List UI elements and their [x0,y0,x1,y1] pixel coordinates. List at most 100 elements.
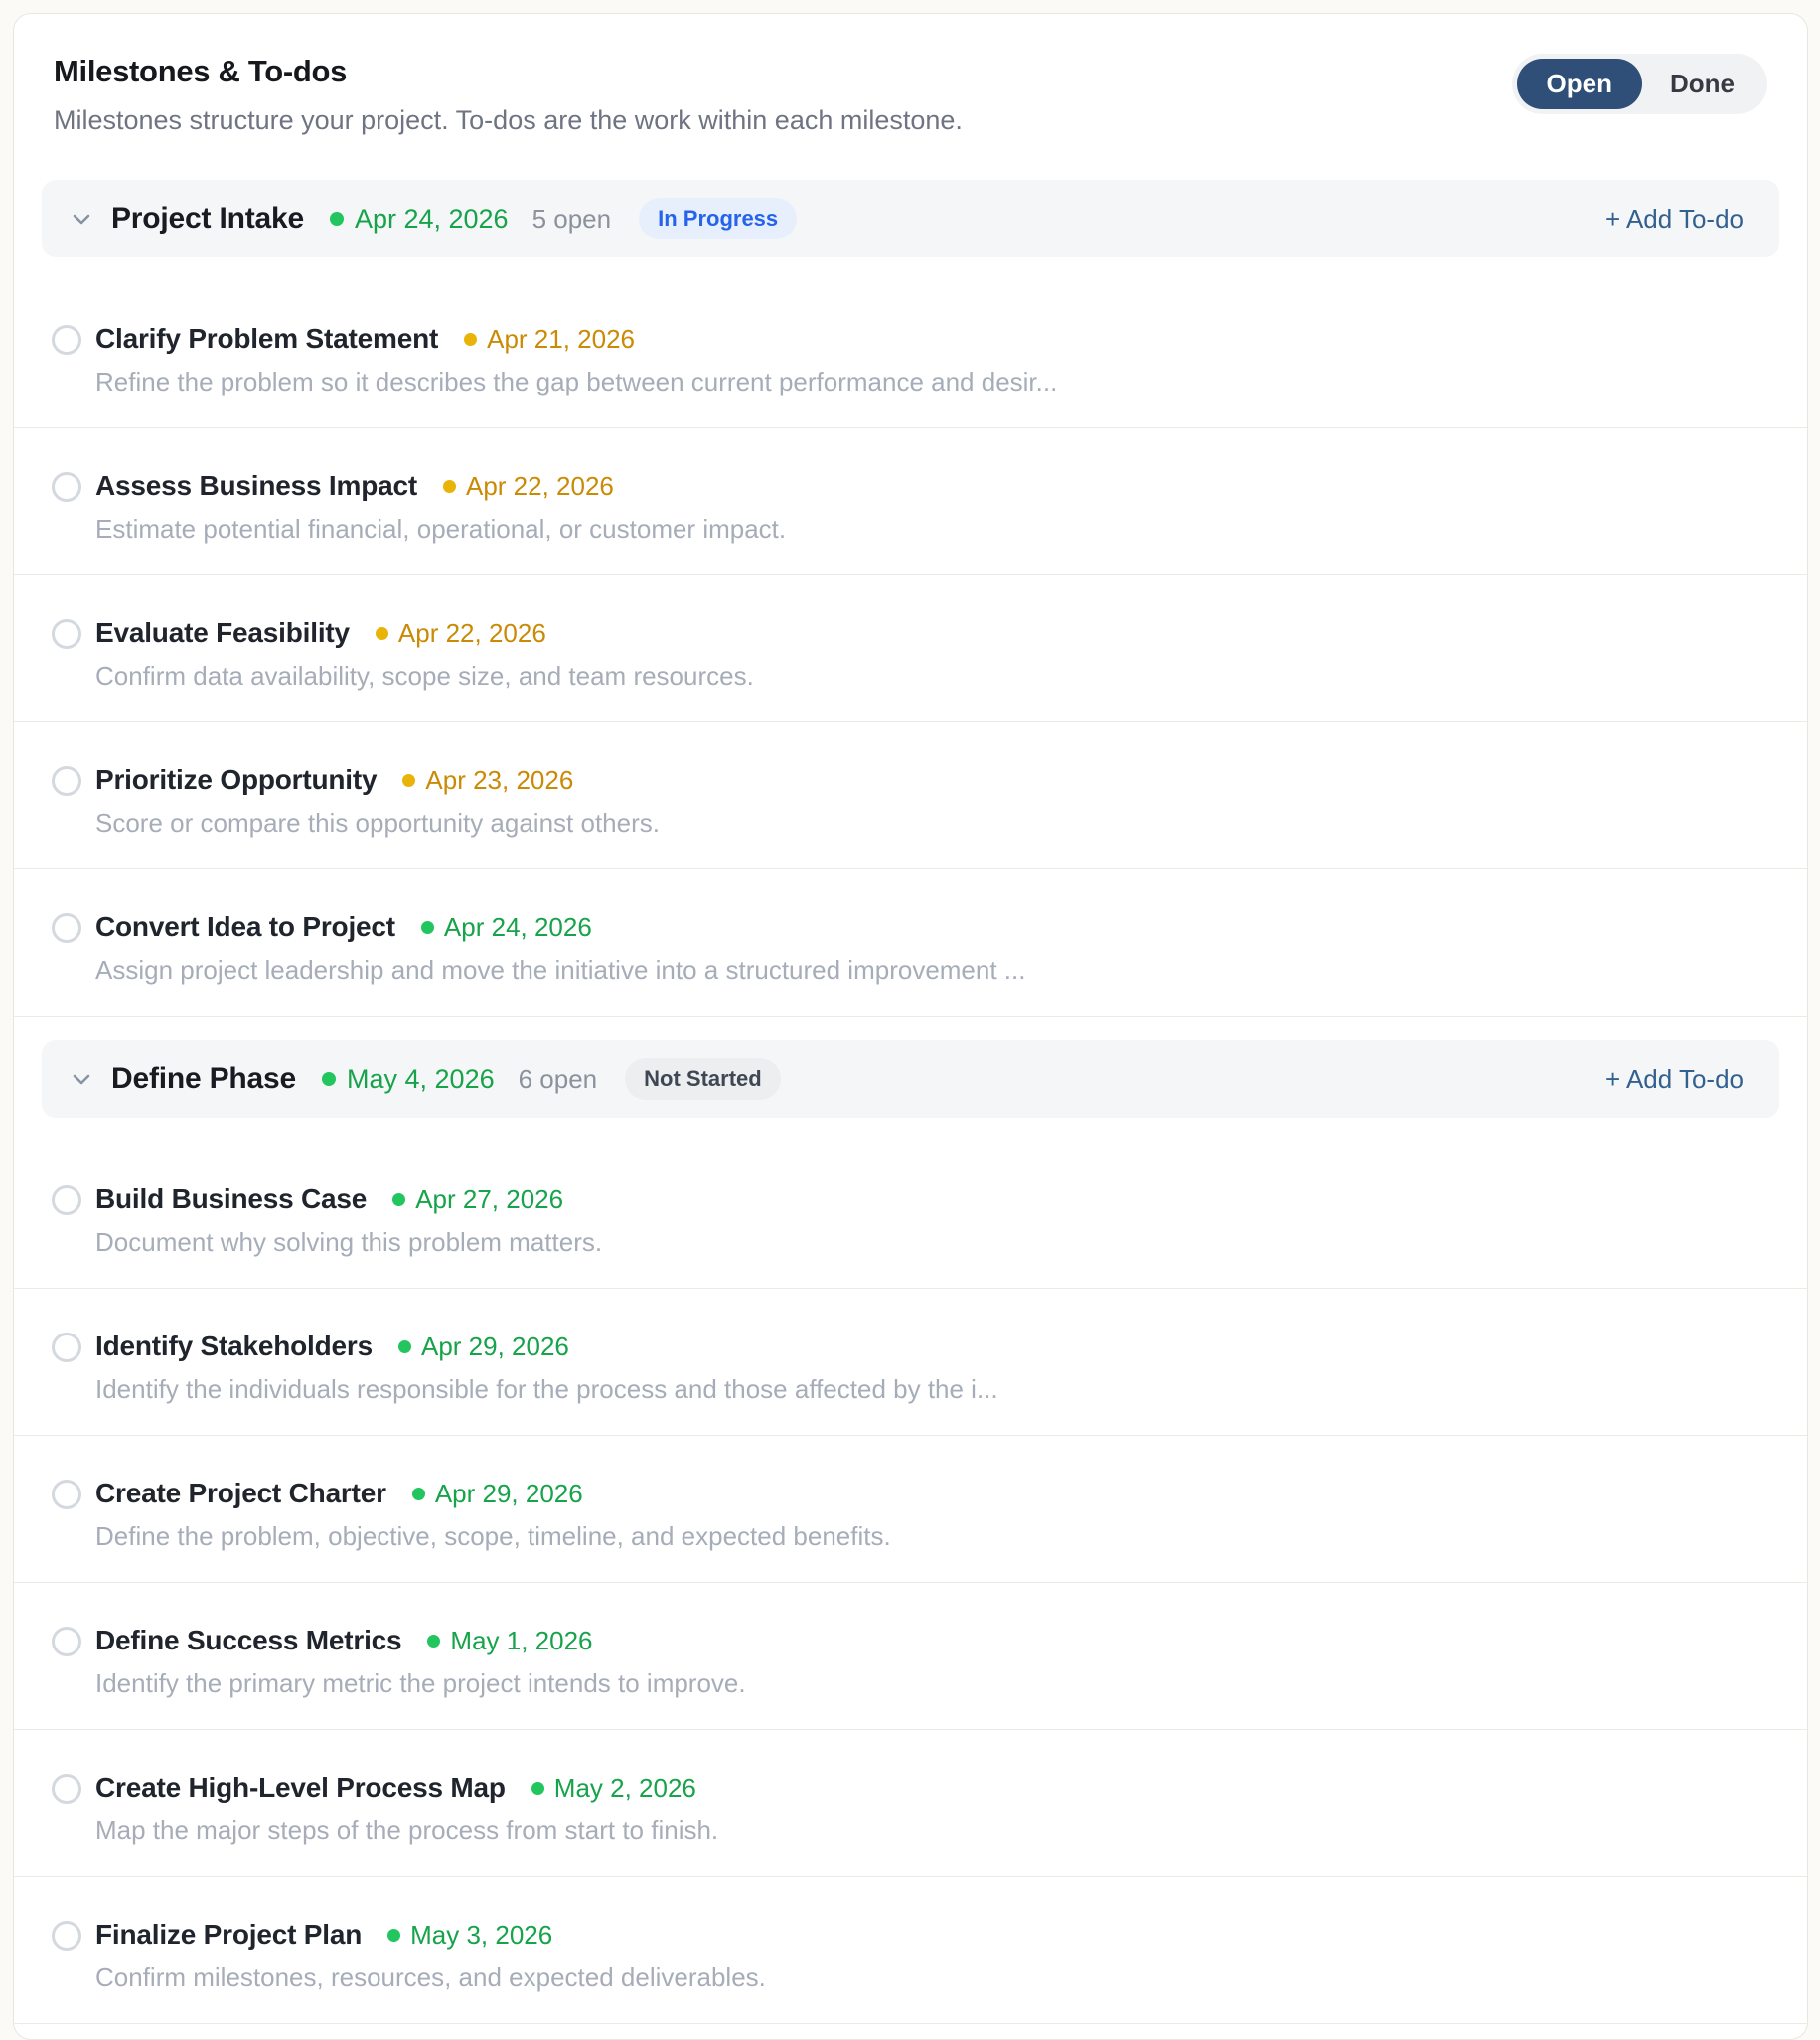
todo-row[interactable]: Create Project Charter Apr 29, 2026 Defi… [14,1436,1807,1583]
todo-due-date: Apr 24, 2026 [443,911,592,942]
todo-title-line: Evaluate Feasibility Apr 22, 2026 [95,617,1759,649]
milestone-due-date: Apr 24, 2026 [354,203,509,234]
todo-checkbox[interactable] [52,1333,81,1362]
page-subtitle: Milestones structure your project. To-do… [54,105,963,135]
milestone-section: Define Phase May 4, 2026 6 open Not Star… [14,1040,1807,2024]
todo-due-date: May 2, 2026 [553,1772,696,1803]
todo-title-line: Prioritize Opportunity Apr 23, 2026 [95,764,1759,796]
add-todo-button[interactable]: + Add To-do [1605,1064,1744,1095]
todo-description: Confirm data availability, scope size, a… [95,661,754,691]
todo-row[interactable]: Finalize Project Plan May 3, 2026 Confir… [14,1877,1807,2024]
todo-checkbox[interactable] [52,1921,81,1951]
todo-date-dot [531,1781,544,1795]
todo-row[interactable]: Convert Idea to Project Apr 24, 2026 Ass… [14,869,1807,1017]
todo-title-line: Convert Idea to Project Apr 24, 2026 [95,911,1759,943]
todo-due-date: Apr 29, 2026 [421,1331,569,1361]
todo-description: Estimate potential financial, operationa… [95,514,787,544]
milestones-card: Milestones & To-dos Milestones structure… [13,13,1808,2040]
todo-due-date: May 3, 2026 [410,1919,553,1950]
todo-body: Evaluate Feasibility Apr 22, 2026 Confir… [95,617,1759,692]
milestone-open-count: 6 open [518,1063,598,1094]
milestone-header[interactable]: Project Intake Apr 24, 2026 5 open In Pr… [42,180,1779,257]
todo-checkbox[interactable] [52,1480,81,1509]
add-todo-button[interactable]: + Add To-do [1605,204,1744,235]
milestone-name: Define Phase [111,1062,297,1095]
todo-title: Evaluate Feasibility [95,617,350,648]
open-done-toggle: Open Done [1511,54,1767,115]
todo-description: Map the major steps of the process from … [95,1815,719,1845]
todo-date-dot [375,626,388,640]
todo-title-line: Create Project Charter Apr 29, 2026 [95,1478,1759,1509]
todo-title: Clarify Problem Statement [95,323,439,354]
todo-row[interactable]: Define Success Metrics May 1, 2026 Ident… [14,1583,1807,1730]
todo-checkbox[interactable] [52,1185,81,1215]
todo-body: Define Success Metrics May 1, 2026 Ident… [95,1625,1759,1699]
todo-date-dot [427,1634,441,1648]
milestone-section: Project Intake Apr 24, 2026 5 open In Pr… [14,180,1807,1017]
todo-checkbox[interactable] [52,472,81,502]
todo-list: Clarify Problem Statement Apr 21, 2026 R… [14,281,1807,1017]
todo-date-dot [411,1487,425,1500]
todo-row[interactable]: Assess Business Impact Apr 22, 2026 Esti… [14,428,1807,575]
todo-due-date: Apr 22, 2026 [397,617,546,648]
card-header: Milestones & To-dos Milestones structure… [14,14,1807,156]
todo-description: Identify the primary metric the project … [95,1668,746,1698]
todo-row[interactable]: Clarify Problem Statement Apr 21, 2026 R… [14,281,1807,428]
milestone-date-dot [322,1072,337,1086]
todo-title-line: Clarify Problem Statement Apr 21, 2026 [95,323,1759,355]
todo-description: Refine the problem so it describes the g… [95,367,1058,396]
todo-checkbox[interactable] [52,913,81,943]
page-title: Milestones & To-dos [54,54,348,88]
todo-description: Confirm milestones, resources, and expec… [95,1962,766,1992]
milestone-due-date: May 4, 2026 [347,1063,495,1094]
todo-description: Define the problem, objective, scope, ti… [95,1521,891,1551]
todo-title: Convert Idea to Project [95,911,395,942]
todo-row[interactable]: Identify Stakeholders Apr 29, 2026 Ident… [14,1289,1807,1436]
todo-description: Document why solving this problem matter… [95,1227,603,1257]
todo-due-date: May 1, 2026 [450,1625,593,1655]
todo-due-date: Apr 22, 2026 [466,470,614,501]
todo-body: Convert Idea to Project Apr 24, 2026 Ass… [95,911,1759,986]
chevron-down-icon[interactable] [68,1065,95,1093]
todo-checkbox[interactable] [52,325,81,355]
todo-title-line: Build Business Case Apr 27, 2026 [95,1183,1759,1215]
milestone-name: Project Intake [111,202,304,235]
todo-checkbox[interactable] [52,1774,81,1804]
todo-title: Create High-Level Process Map [95,1772,506,1803]
todo-date-dot [392,1192,406,1206]
todo-date-dot [387,1928,401,1942]
chevron-down-icon[interactable] [68,205,95,233]
todo-body: Identify Stakeholders Apr 29, 2026 Ident… [95,1331,1759,1405]
toggle-done-button[interactable]: Done [1642,59,1762,109]
todo-title-line: Create High-Level Process Map May 2, 202… [95,1772,1759,1804]
todo-body: Create Project Charter Apr 29, 2026 Defi… [95,1478,1759,1552]
todo-row[interactable]: Create High-Level Process Map May 2, 202… [14,1730,1807,1877]
todo-title: Assess Business Impact [95,470,417,501]
todo-due-date: Apr 23, 2026 [425,764,574,795]
todo-body: Clarify Problem Statement Apr 21, 2026 R… [95,323,1759,397]
todo-date-dot [420,920,434,934]
todo-row[interactable]: Evaluate Feasibility Apr 22, 2026 Confir… [14,575,1807,722]
milestone-status-badge: Not Started [625,1057,781,1101]
todo-date-dot [398,1339,411,1353]
toggle-open-button[interactable]: Open [1516,59,1642,110]
todo-date-dot [402,773,416,787]
milestone-open-count: 5 open [531,203,612,234]
todo-title: Prioritize Opportunity [95,764,378,795]
todo-title-line: Assess Business Impact Apr 22, 2026 [95,470,1759,502]
todo-title-line: Define Success Metrics May 1, 2026 [95,1625,1759,1656]
todo-checkbox[interactable] [52,1627,81,1656]
todo-row[interactable]: Build Business Case Apr 27, 2026 Documen… [14,1142,1807,1289]
todo-row[interactable]: Prioritize Opportunity Apr 23, 2026 Scor… [14,722,1807,869]
todo-checkbox[interactable] [52,619,81,649]
todo-title: Finalize Project Plan [95,1919,363,1950]
todo-due-date: Apr 21, 2026 [487,323,635,354]
todo-description: Score or compare this opportunity agains… [95,808,660,838]
todo-title-line: Identify Stakeholders Apr 29, 2026 [95,1331,1759,1362]
todo-body: Assess Business Impact Apr 22, 2026 Esti… [95,470,1759,545]
milestone-status-badge: In Progress [639,197,798,240]
todo-date-dot [464,332,478,346]
todo-checkbox[interactable] [52,766,81,796]
milestone-header[interactable]: Define Phase May 4, 2026 6 open Not Star… [42,1040,1779,1118]
todo-body: Finalize Project Plan May 3, 2026 Confir… [95,1919,1759,1993]
